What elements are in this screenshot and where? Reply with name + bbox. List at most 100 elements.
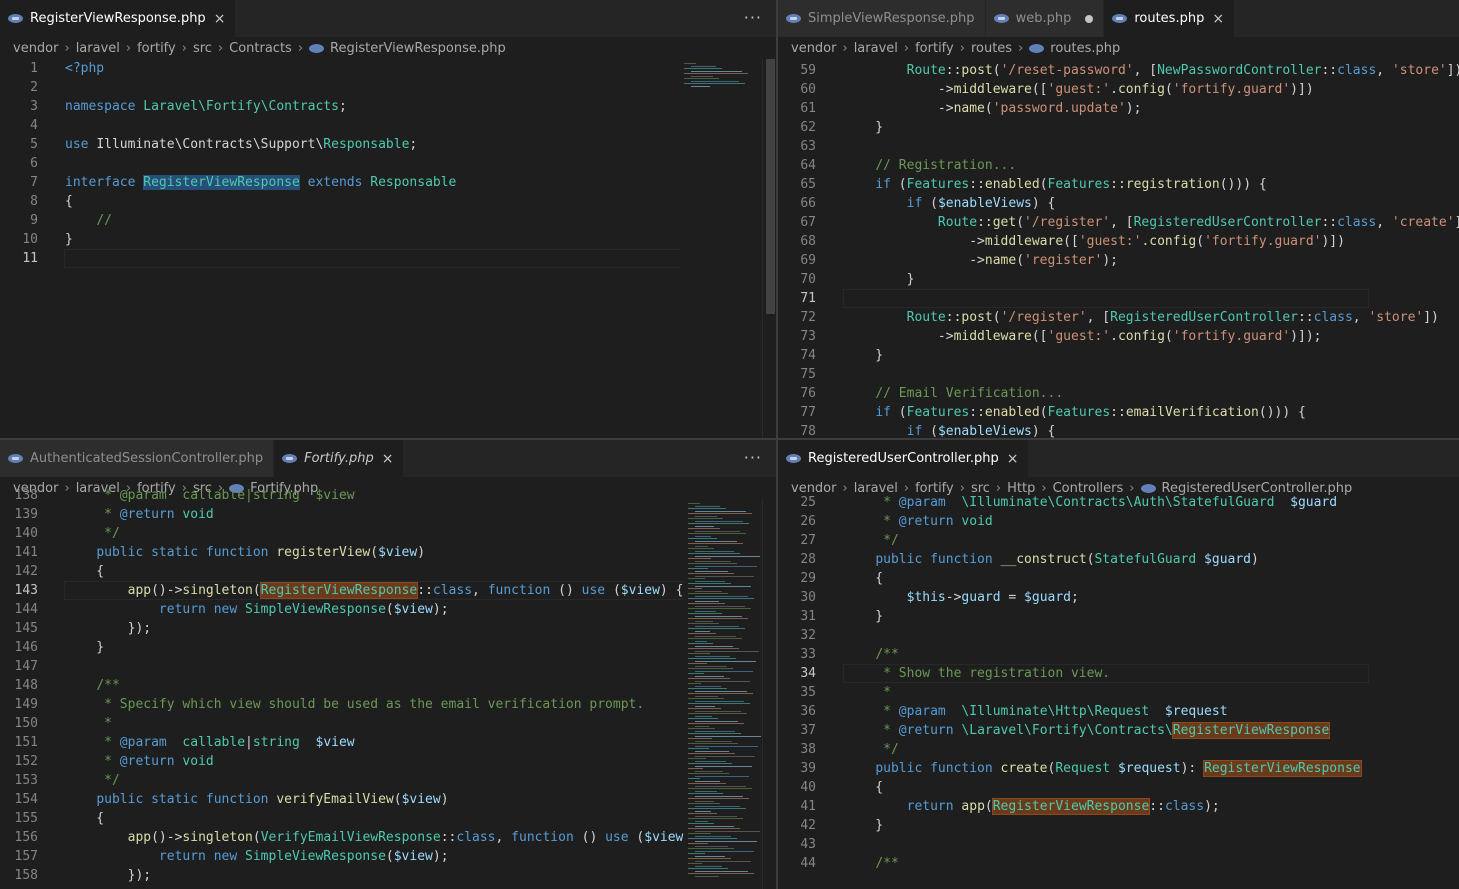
code-text: // Email Verification... [844, 384, 1063, 403]
minimap-line [695, 785, 746, 787]
code-text: public static function registerView($vie… [65, 543, 425, 562]
code-token: function [511, 830, 582, 845]
code-token: @param [898, 495, 962, 510]
code-token: 'guest:' [1047, 329, 1111, 344]
minimap-line [695, 710, 741, 712]
breadcrumb-item[interactable]: laravel [854, 41, 898, 56]
minimap[interactable] [684, 499, 762, 889]
code-line: 73 ->middleware(['guest:'.config('fortif… [778, 327, 1459, 346]
code-token: config [1149, 234, 1197, 249]
editor-tab[interactable]: RegisterViewResponse.php × [0, 0, 237, 37]
code-token: :: [1149, 799, 1165, 814]
code-token: ()-> [151, 583, 183, 598]
code-editor[interactable]: 59 Route::post('/reset-password', [NewPa… [778, 59, 1459, 438]
line-number: 40 [800, 780, 816, 795]
code-token: } [65, 232, 73, 247]
breadcrumb-item[interactable]: vendor [13, 41, 58, 56]
vertical-scrollbar[interactable] [762, 499, 776, 889]
code-token: . [1110, 329, 1118, 344]
code-line: 11 [0, 249, 776, 268]
code-token: ([ [1031, 329, 1048, 344]
code-token: 'fortify.guard' [1172, 82, 1291, 97]
breadcrumb-item[interactable]: routes.php [1050, 41, 1120, 56]
code-line: 1 <?php [0, 59, 776, 78]
code-text: return app(RegisterViewResponse::class); [844, 797, 1220, 816]
minimap-line [695, 720, 738, 722]
code-token: () [558, 583, 582, 598]
minimap-line [695, 755, 755, 757]
close-icon[interactable]: × [382, 451, 394, 467]
line-number: 11 [22, 251, 38, 266]
code-text: namespace Laravel\Fortify\Contracts; [65, 97, 347, 116]
minimap[interactable] [680, 59, 762, 438]
minimap-line [688, 803, 720, 804]
code-token: * [104, 716, 112, 731]
code-text: * @return void [65, 752, 214, 771]
minimap-line [688, 553, 740, 554]
breadcrumb-item[interactable]: Contracts [229, 41, 292, 56]
code-token: ([ [1031, 82, 1048, 97]
editor-tab[interactable]: RegisteredUserController.php × [778, 440, 1030, 477]
code-token: enabled [984, 405, 1040, 420]
breadcrumb-item[interactable]: vendor [791, 41, 836, 56]
breadcrumb-item[interactable]: src [193, 41, 212, 56]
code-token: ; [409, 137, 418, 152]
code-editor[interactable]: 138 * @param callable|string $view 139 * … [0, 488, 776, 889]
code-token: ())) { [1219, 177, 1267, 192]
editor-tab[interactable]: SimpleViewResponse.php [778, 0, 986, 37]
editor-tab[interactable]: AuthenticatedSessionController.php [0, 440, 275, 477]
line-number: 64 [800, 158, 816, 173]
minimap-line [688, 798, 749, 799]
minimap-line [688, 823, 714, 824]
code-token: callable [182, 735, 246, 750]
breadcrumb-item[interactable]: RegisterViewResponse.php [330, 41, 506, 56]
code-token: if [906, 424, 931, 438]
breadcrumb-item[interactable]: laravel [76, 41, 120, 56]
breadcrumb-item[interactable]: fortify [137, 41, 176, 56]
code-editor[interactable]: 25 * @param \Illuminate\Contracts\Auth\S… [778, 495, 1459, 889]
breadcrumb-item[interactable]: fortify [915, 41, 954, 56]
line-number: 72 [800, 310, 816, 325]
code-token: RegisterViewResponse [1203, 760, 1362, 777]
close-icon[interactable]: × [214, 11, 226, 27]
line-number: 42 [800, 818, 816, 833]
code-token: $view [644, 830, 684, 845]
editor-tab[interactable]: Fortify.php × [274, 440, 405, 477]
code-token: ( [898, 405, 907, 420]
more-actions-icon[interactable]: ··· [744, 8, 762, 27]
line-number: 146 [14, 640, 38, 655]
editor-tab[interactable]: web.php [985, 0, 1105, 37]
code-text: Route::post('/register', [RegisteredUser… [844, 308, 1439, 327]
minimap-line [695, 510, 746, 512]
code-token: RegisterViewResponse [1171, 722, 1331, 739]
breadcrumb-item[interactable]: routes [971, 41, 1012, 56]
code-token: ( [984, 101, 993, 116]
minimap-line [695, 665, 727, 667]
unsaved-dot-icon[interactable] [1085, 14, 1094, 23]
code-token: :: [440, 830, 457, 845]
line-number: 145 [14, 621, 38, 636]
scrollbar-thumb[interactable] [766, 59, 775, 314]
code-line: 9 // [0, 211, 776, 230]
code-line: 33 /** [778, 645, 1459, 664]
code-token: , [ [1086, 310, 1111, 325]
close-icon[interactable]: × [1212, 11, 1224, 27]
breadcrumb[interactable]: vendor › laravel › fortify › src › Contracts › Reg… [0, 37, 776, 59]
line-number: 139 [14, 507, 38, 522]
editor-tab[interactable]: routes.php × [1104, 0, 1236, 37]
code-text: interface RegisterViewResponse extends R… [65, 173, 456, 192]
close-icon[interactable]: × [1007, 451, 1019, 467]
minimap-line [695, 620, 713, 622]
tab-label: RegisteredUserController.php [808, 451, 999, 466]
code-editor[interactable]: 1 <?php 2 3 namespace Laravel\Fortify\Contra… [0, 59, 776, 438]
breadcrumb[interactable]: vendor › laravel › fortify › routes › routes.php [778, 37, 1459, 59]
tab-bar: SimpleViewResponse.php web.php routes.php × [778, 0, 1459, 37]
code-text: /** [65, 676, 119, 695]
code-text: public static function verifyEmailView($… [65, 790, 448, 809]
code-text: if (Features::enabled(Features::emailVer… [844, 403, 1306, 422]
more-actions-icon[interactable]: ··· [744, 448, 762, 467]
vertical-scrollbar[interactable] [762, 59, 776, 438]
